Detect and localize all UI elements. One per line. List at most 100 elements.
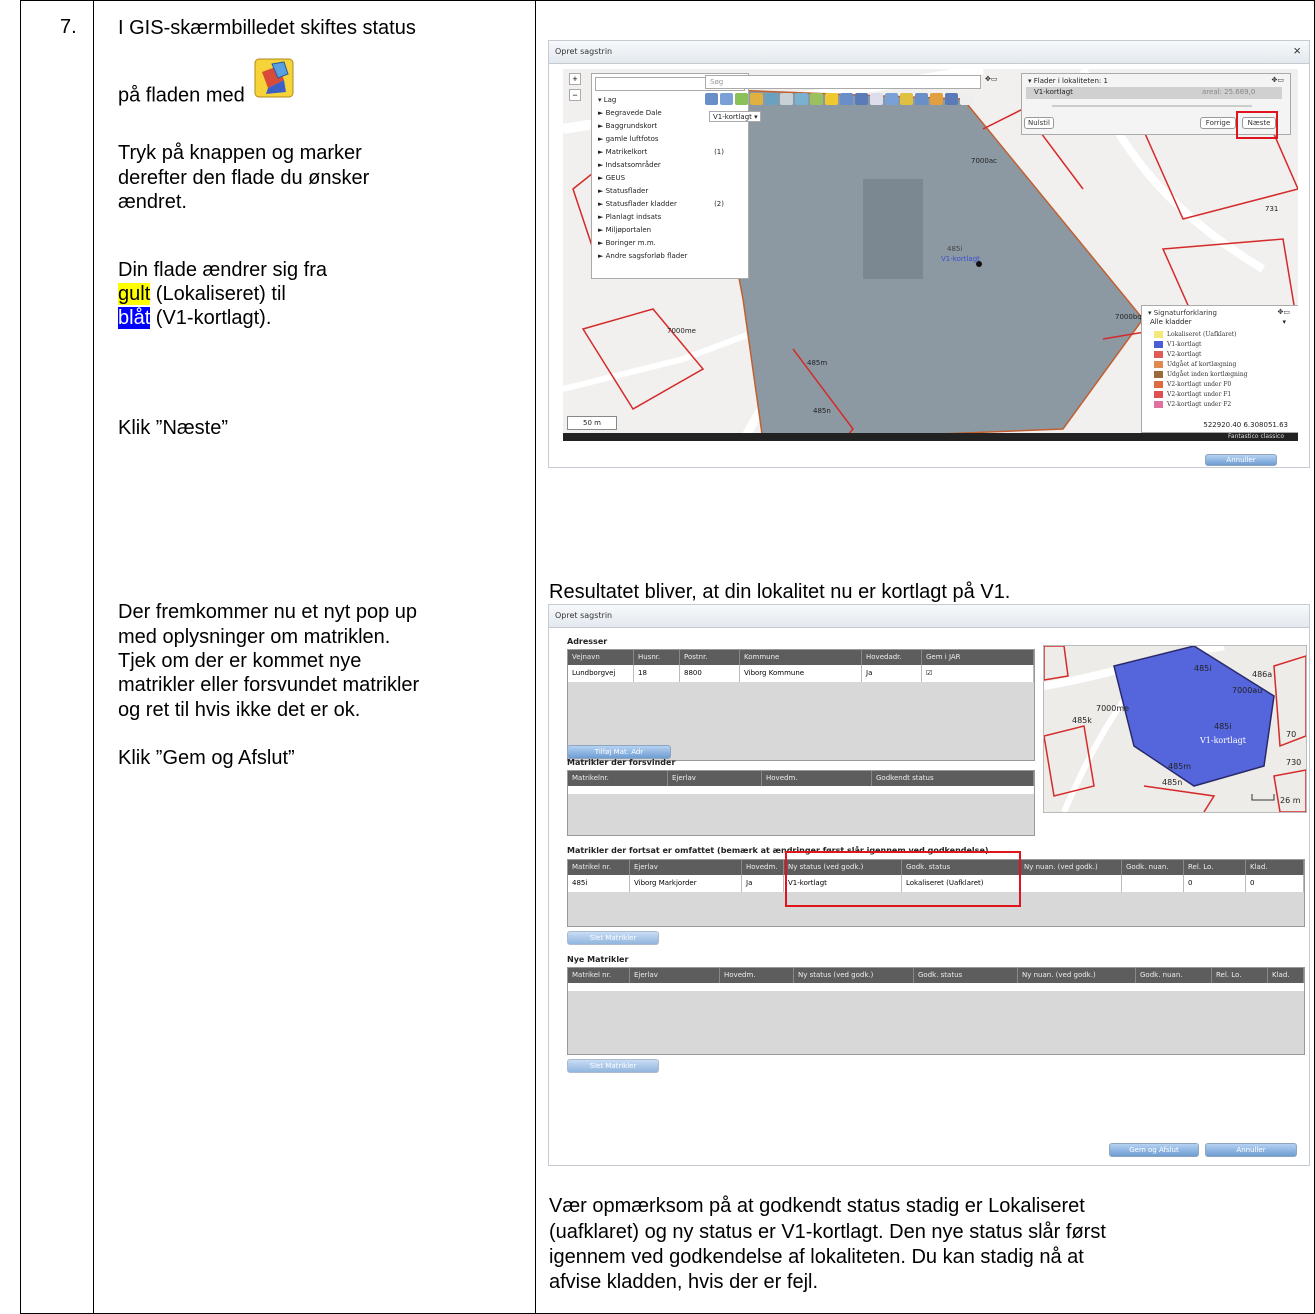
column-header[interactable]: Matrikel nr. xyxy=(568,860,630,875)
nulstil-button[interactable]: Nulstil xyxy=(1024,117,1054,129)
zoom-out-button[interactable]: − xyxy=(569,89,581,101)
column-header[interactable]: Klad. xyxy=(1268,968,1304,983)
table-row[interactable]: Lundborgvej 18 8800 Viborg Kommune Ja ☑ xyxy=(568,665,1034,682)
layer-item[interactable]: ► Miljøportalen xyxy=(592,224,748,237)
column-header[interactable]: Postnr. xyxy=(680,650,740,665)
popup-line-3: Tjek om der er kommet nye xyxy=(118,650,362,672)
flader-window-icons[interactable]: ✥▭ xyxy=(1272,76,1284,84)
column-header[interactable]: Hovedm. xyxy=(742,860,784,875)
tool-icon-1[interactable] xyxy=(705,93,718,105)
legend-item: V2-kortlagt under F0 xyxy=(1154,380,1248,390)
close-icon[interactable]: × xyxy=(1293,43,1301,58)
change-line-3: blåt (V1-kortlagt). xyxy=(118,306,271,330)
mini-map-label: 485k xyxy=(1072,716,1092,725)
column-header[interactable]: Ny nuan. (ved godk.) xyxy=(1020,860,1122,875)
column-header[interactable]: Husnr. xyxy=(634,650,680,665)
column-header[interactable]: Ny status (ved godk.) xyxy=(794,968,914,983)
legend-dropdown-icon[interactable]: ▾ xyxy=(1282,318,1286,326)
column-header[interactable]: Ny nuan. (ved godk.) xyxy=(1018,968,1136,983)
column-header[interactable]: Hovedadr. xyxy=(862,650,922,665)
column-header[interactable]: Rel. Lo. xyxy=(1184,860,1246,875)
eraser-icon[interactable] xyxy=(960,93,973,105)
table-cell: Ja xyxy=(742,875,784,892)
tool-icon-17[interactable] xyxy=(945,93,958,105)
yellow-highlight: gult xyxy=(118,283,151,305)
tool-icon-5[interactable] xyxy=(765,93,778,105)
column-header[interactable]: Vejnavn xyxy=(568,650,634,665)
column-header[interactable]: Hovedm. xyxy=(720,968,794,983)
table-cell: 0 xyxy=(1184,875,1246,892)
column-header[interactable]: Hovedm. xyxy=(762,771,872,786)
tool-icon-3[interactable] xyxy=(735,93,748,105)
legend-subheader[interactable]: Alle kladder xyxy=(1150,318,1192,326)
layer-item[interactable]: ► Andre sagsforløb flader xyxy=(592,250,748,263)
tool-icon-14[interactable] xyxy=(900,93,913,105)
layer-item[interactable]: ► Indsatsområder xyxy=(592,159,748,172)
mini-map[interactable]: 485k 485i 486a 7000au 7000me 485i V1-kortlagt 4… xyxy=(1043,645,1307,813)
column-header[interactable]: Godk. nuan. xyxy=(1136,968,1212,983)
layer-item[interactable]: ► Planlagt indsats xyxy=(592,211,748,224)
column-header[interactable]: Godk. status xyxy=(914,968,1018,983)
slet-matrikler-button-2[interactable]: Slet Matrikler xyxy=(567,1059,659,1073)
tilfoej-mat-adr-button[interactable]: Tilføj Mat. Adr xyxy=(567,745,671,759)
legend-label: V2-kortlagt under F1 xyxy=(1167,391,1232,398)
form-annuller-button[interactable]: Annuller xyxy=(1205,1143,1297,1157)
column-header[interactable]: Ejerlav xyxy=(630,860,742,875)
column-header[interactable]: Matrikelnr. xyxy=(568,771,668,786)
move-icon[interactable]: ✥▭ xyxy=(985,75,997,83)
tool-icon-2[interactable] xyxy=(720,93,733,105)
coordinates-readout: 522920.40 6.308051.63 xyxy=(1201,421,1290,429)
note-line-2: (uafklaret) og ny status er V1-kortlagt.… xyxy=(549,1221,1106,1243)
zoom-in-button[interactable]: + xyxy=(569,73,581,85)
legend-header[interactable]: ▾ Signaturforklaring xyxy=(1148,309,1217,317)
forrige-button[interactable]: Forrige xyxy=(1200,117,1236,129)
flader-header: ▾ Flader i lokaliteten: 1 xyxy=(1028,77,1108,85)
tool-icon-8[interactable] xyxy=(810,93,823,105)
column-header[interactable]: Klad. xyxy=(1246,860,1304,875)
column-header[interactable]: Ejerlav xyxy=(630,968,720,983)
layer-label: ► Statusflader kladder xyxy=(598,200,677,208)
table-cell xyxy=(1122,875,1184,892)
layer-item[interactable]: ► gamle luftfotos xyxy=(592,133,748,146)
change-status-tool-icon[interactable] xyxy=(825,93,838,105)
layer-item[interactable]: ► Matrikelkort (1) xyxy=(592,146,748,159)
column-header[interactable]: Rel. Lo. xyxy=(1212,968,1268,983)
tool-icon-7[interactable] xyxy=(795,93,808,105)
table-cell: 18 xyxy=(634,665,680,682)
search-input[interactable]: Søg xyxy=(705,75,981,89)
wkt-icon[interactable] xyxy=(870,93,883,105)
layer-label: ► Boringer m.m. xyxy=(598,239,656,247)
table-cell: 8800 xyxy=(680,665,740,682)
tool-icon-6[interactable] xyxy=(780,93,793,105)
layer-item[interactable]: ► GEUS xyxy=(592,172,748,185)
map-area[interactable]: 485i V1-kortlagt 7000ac 731 7000bq 7000m… xyxy=(563,69,1298,441)
blue-rest: (V1-kortlagt). xyxy=(150,307,272,329)
layer-item[interactable]: ► Boringer m.m. xyxy=(592,237,748,250)
layer-item[interactable]: ► Statusflader xyxy=(592,185,748,198)
layer-select[interactable]: V1-kortlagt ▾ xyxy=(709,111,761,122)
column-header[interactable]: Gem i JAR xyxy=(922,650,1034,665)
column-header[interactable]: Kommune xyxy=(740,650,862,665)
column-header[interactable]: Ejerlav xyxy=(668,771,762,786)
gem-og-afslut-button[interactable]: Gem og Afslut xyxy=(1109,1143,1199,1157)
scale-bar: 50 m xyxy=(567,416,617,430)
tool-icon-15[interactable] xyxy=(915,93,928,105)
slet-matrikler-button-1[interactable]: Slet Matrikler xyxy=(567,931,659,945)
tool-icon-16[interactable] xyxy=(930,93,943,105)
column-header[interactable]: Matrikel nr. xyxy=(568,968,630,983)
table-cell: 485i xyxy=(568,875,630,892)
tool-icon-11[interactable] xyxy=(855,93,868,105)
layer-item[interactable]: ► Statusflader kladder (2) xyxy=(592,198,748,211)
map-label-5: 485m xyxy=(807,359,828,367)
tool-icon-4[interactable] xyxy=(750,93,763,105)
mini-map-label: 730 xyxy=(1286,758,1302,767)
yellow-rest: (Lokaliseret) til xyxy=(150,283,286,305)
pin-icon[interactable] xyxy=(885,93,898,105)
column-header[interactable]: Godkendt status xyxy=(872,771,1034,786)
legend-swatch xyxy=(1154,331,1163,338)
column-header[interactable]: Godk. nuan. xyxy=(1122,860,1184,875)
legend-window-icons[interactable]: ✥▭ xyxy=(1278,308,1290,316)
change-line-1: Din flade ændrer sig fra xyxy=(118,259,327,281)
tool-icon-10[interactable] xyxy=(840,93,853,105)
gis-annuller-button[interactable]: Annuller xyxy=(1205,454,1277,466)
